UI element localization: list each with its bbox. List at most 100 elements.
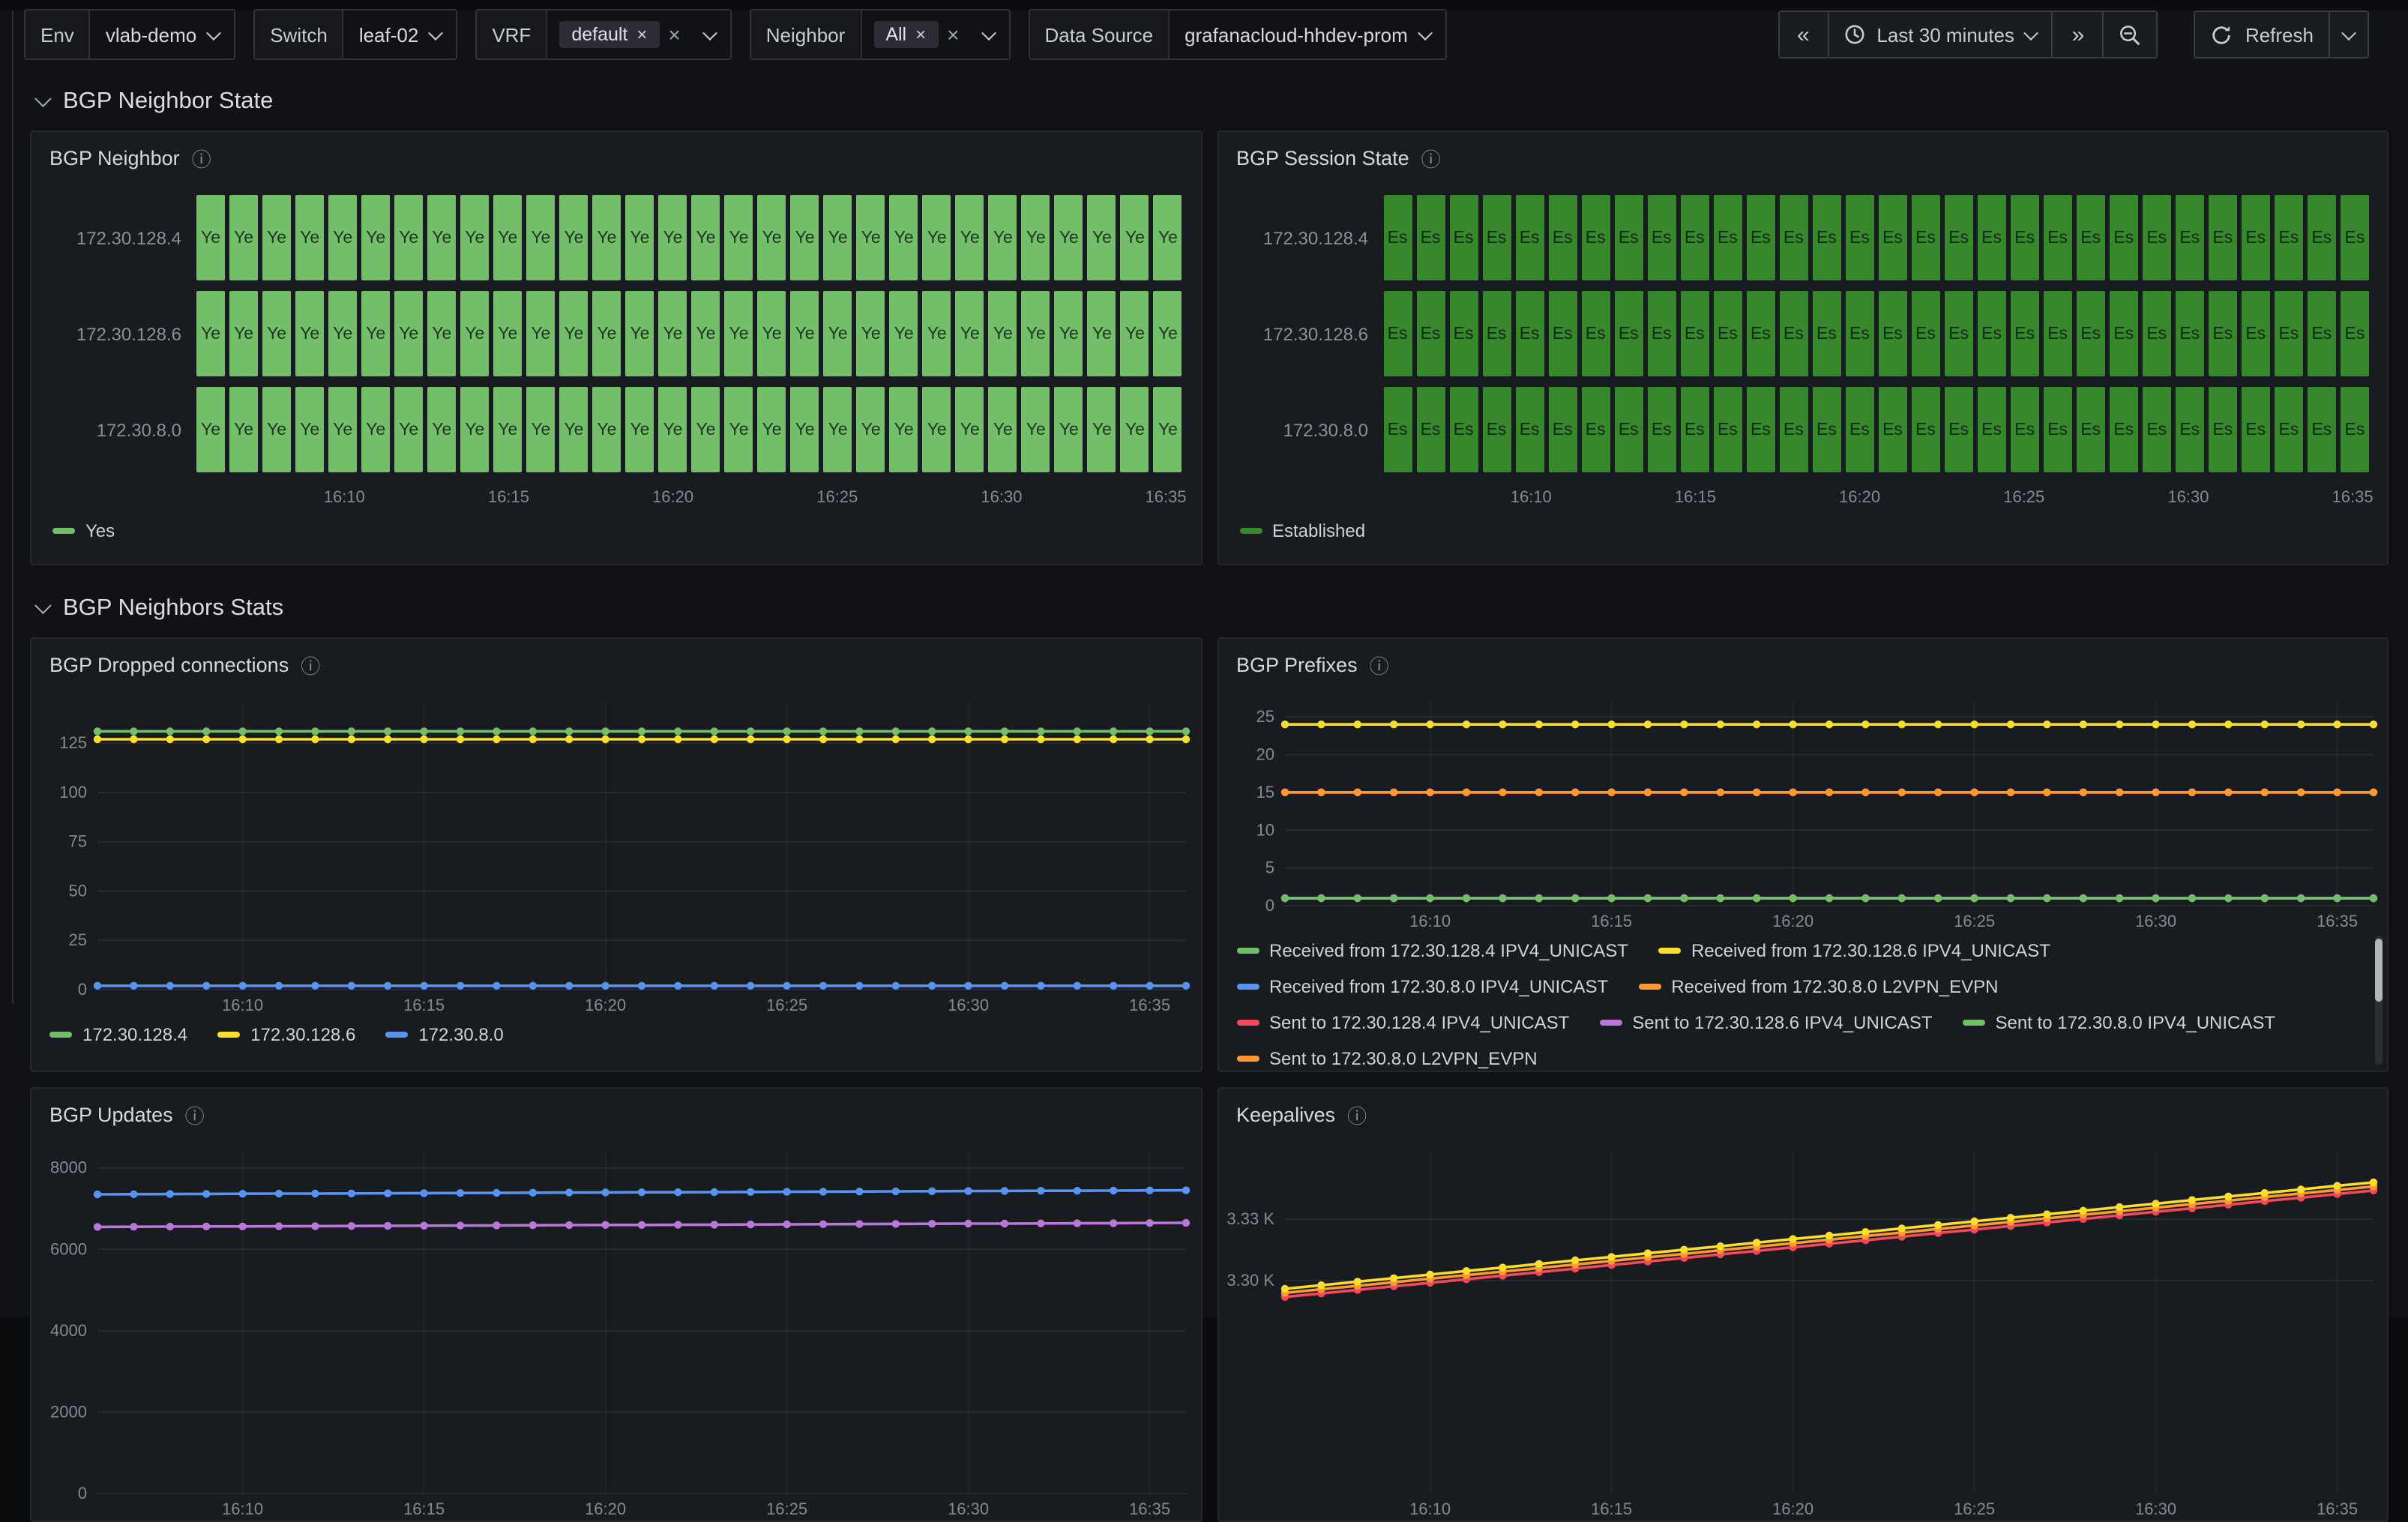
time-shift-back-button[interactable]: « (1778, 10, 1828, 58)
state-cell: Ye (1121, 387, 1149, 472)
state-cell: Ye (262, 195, 291, 280)
panel-bgp-session-state: BGP Session State ⓘ 172.30.128.4EsEsEsEs… (1217, 130, 2389, 565)
state-cell: Es (1548, 195, 1577, 280)
timeline-row: 172.30.8.0EsEsEsEsEsEsEsEsEsEsEsEsEsEsEs… (1236, 387, 2369, 472)
state-cell: Ye (394, 291, 423, 376)
state-cell: Ye (1088, 291, 1116, 376)
state-cell: Es (1383, 195, 1412, 280)
state-cell: Ye (625, 291, 654, 376)
legend-item[interactable]: Sent to 172.30.128.4 IPV4_UNICAST (1236, 1008, 1569, 1038)
state-cell: Ye (493, 387, 522, 472)
collapse-chevron-icon (34, 90, 52, 107)
legend-scrollbar-thumb[interactable] (2375, 939, 2383, 1002)
legend-label: Sent to 172.30.8.0 L2VPN_EVPN (1269, 1048, 1538, 1069)
line-chart-body: 16:1016:1516:2016:2516:3016:353.33 K3.30… (1218, 1140, 2387, 1521)
svg-text:16:15: 16:15 (1590, 912, 1631, 930)
info-icon[interactable]: ⓘ (1370, 650, 1389, 679)
legend-item[interactable]: 172.30.128.6 (217, 1020, 355, 1050)
clear-all-icon[interactable]: × (938, 22, 968, 46)
svg-text:16:10: 16:10 (1409, 912, 1450, 930)
var-switch-value[interactable]: leaf-02 (344, 23, 457, 46)
time-range-picker[interactable]: Last 30 minutes (1828, 10, 2053, 58)
panel-title[interactable]: Keepalives (1236, 1103, 1335, 1125)
svg-text:3.33 K: 3.33 K (1226, 1209, 1274, 1228)
state-cell: Es (2242, 291, 2270, 376)
state-cell: Ye (262, 291, 291, 376)
state-cell: Ye (691, 291, 720, 376)
svg-text:25: 25 (69, 930, 87, 949)
panel-title[interactable]: BGP Updates (49, 1103, 173, 1125)
var-neighbor-open[interactable] (969, 29, 1009, 40)
state-cell: Ye (890, 387, 918, 472)
x-axis-tick: 16:10 (1511, 489, 1552, 507)
refresh-button[interactable]: Refresh (2194, 10, 2330, 58)
neighbor-selected-pill[interactable]: All × (873, 21, 938, 48)
state-cell: Ye (989, 195, 1017, 280)
var-env-value[interactable]: vlab-demo (91, 23, 234, 46)
time-shift-forward-button[interactable]: » (2053, 10, 2104, 58)
svg-text:8000: 8000 (50, 1158, 87, 1177)
info-icon[interactable]: ⓘ (1347, 1100, 1367, 1128)
timeline-row: 172.30.128.6YeYeYeYeYeYeYeYeYeYeYeYeYeYe… (49, 291, 1182, 376)
chart-legend: 172.30.128.4 172.30.128.6 172.30.8.0 (31, 1017, 1200, 1071)
vrf-selected-pill[interactable]: default × (559, 21, 659, 48)
refresh-interval-dropdown[interactable] (2330, 10, 2369, 58)
legend-item[interactable]: 172.30.128.4 (49, 1020, 187, 1050)
state-cell: Ye (658, 291, 687, 376)
line-chart-body: 16:1016:1516:2016:2516:3016:350200040006… (31, 1140, 1200, 1521)
dashboard-submenu: Env vlab-demo Switch leaf-02 VRF default… (24, 10, 2369, 58)
legend-item[interactable]: Sent to 172.30.8.0 IPV4_UNICAST (1963, 1008, 2276, 1038)
legend-item[interactable]: Sent to 172.30.8.0 L2VPN_EVPN (1236, 1044, 1538, 1071)
x-axis-tick: 16:25 (816, 489, 858, 507)
svg-text:16:20: 16:20 (585, 996, 626, 1014)
legend-label: 172.30.8.0 (418, 1024, 503, 1045)
legend-item[interactable]: Received from 172.30.8.0 L2VPN_EVPN (1638, 972, 1998, 1002)
state-cell: Es (1912, 291, 1940, 376)
legend-item[interactable]: Yes (52, 516, 115, 546)
chevron-down-icon (206, 25, 221, 40)
info-icon[interactable]: ⓘ (192, 143, 211, 172)
info-icon[interactable]: ⓘ (1421, 143, 1441, 172)
legend-item[interactable]: Received from 172.30.128.6 IPV4_UNICAST (1658, 936, 2050, 966)
legend-item[interactable]: Established (1239, 516, 1365, 546)
panel-title[interactable]: BGP Dropped connections (49, 653, 289, 676)
panel-title[interactable]: BGP Neighbor (49, 146, 180, 169)
legend-label: Sent to 172.30.128.6 IPV4_UNICAST (1632, 1012, 1932, 1033)
state-cell: Es (2242, 195, 2270, 280)
state-cell: Es (2044, 291, 2072, 376)
state-cell: Ye (526, 195, 555, 280)
state-cell: Es (1515, 195, 1544, 280)
info-icon[interactable]: ⓘ (301, 650, 320, 679)
section-bgp-neighbors-stats[interactable]: BGP Neighbors Stats (36, 586, 2408, 631)
panel-title[interactable]: BGP Prefixes (1236, 653, 1358, 676)
svg-text:16:30: 16:30 (2134, 1500, 2176, 1518)
state-cell: Es (1779, 291, 1807, 376)
legend-item[interactable]: Received from 172.30.8.0 IPV4_UNICAST (1236, 972, 1608, 1002)
state-cell: Es (2209, 195, 2237, 280)
state-cell: Ye (1022, 387, 1050, 472)
legend-color-dash (1658, 948, 1681, 954)
remove-value-icon[interactable]: × (915, 25, 926, 43)
panel-title[interactable]: BGP Session State (1236, 146, 1409, 169)
line-chart-keepalives: 16:1016:1516:2016:2516:3016:353.33 K3.30… (1218, 1140, 2387, 1521)
timeline-row-label: 172.30.128.4 (49, 195, 196, 280)
clear-all-icon[interactable]: × (659, 22, 689, 46)
state-cell: Es (1515, 291, 1544, 376)
var-vrf-open[interactable] (690, 29, 730, 40)
svg-text:0: 0 (78, 980, 87, 999)
svg-text:16:20: 16:20 (1772, 912, 1813, 930)
state-cell: Ye (1121, 291, 1149, 376)
datasource-value[interactable]: grafanacloud-hhdev-prom (1170, 23, 1445, 46)
legend-item[interactable]: Sent to 172.30.128.6 IPV4_UNICAST (1599, 1008, 1932, 1038)
zoom-out-button[interactable] (2104, 10, 2158, 58)
remove-value-icon[interactable]: × (636, 25, 647, 43)
legend-label: Received from 172.30.128.4 IPV4_UNICAST (1269, 940, 1628, 961)
legend-label: Sent to 172.30.128.4 IPV4_UNICAST (1269, 1012, 1569, 1033)
svg-text:3.30 K: 3.30 K (1226, 1271, 1274, 1290)
info-icon[interactable]: ⓘ (185, 1100, 205, 1128)
legend-item[interactable]: Received from 172.30.128.4 IPV4_UNICAST (1236, 936, 1628, 966)
section-bgp-neighbor-state[interactable]: BGP Neighbor State (36, 79, 2408, 124)
state-cell: Es (2077, 387, 2105, 472)
legend-item[interactable]: 172.30.8.0 (385, 1020, 503, 1050)
panel-row-1: BGP Neighbor ⓘ 172.30.128.4YeYeYeYeYeYeY… (30, 130, 2389, 565)
